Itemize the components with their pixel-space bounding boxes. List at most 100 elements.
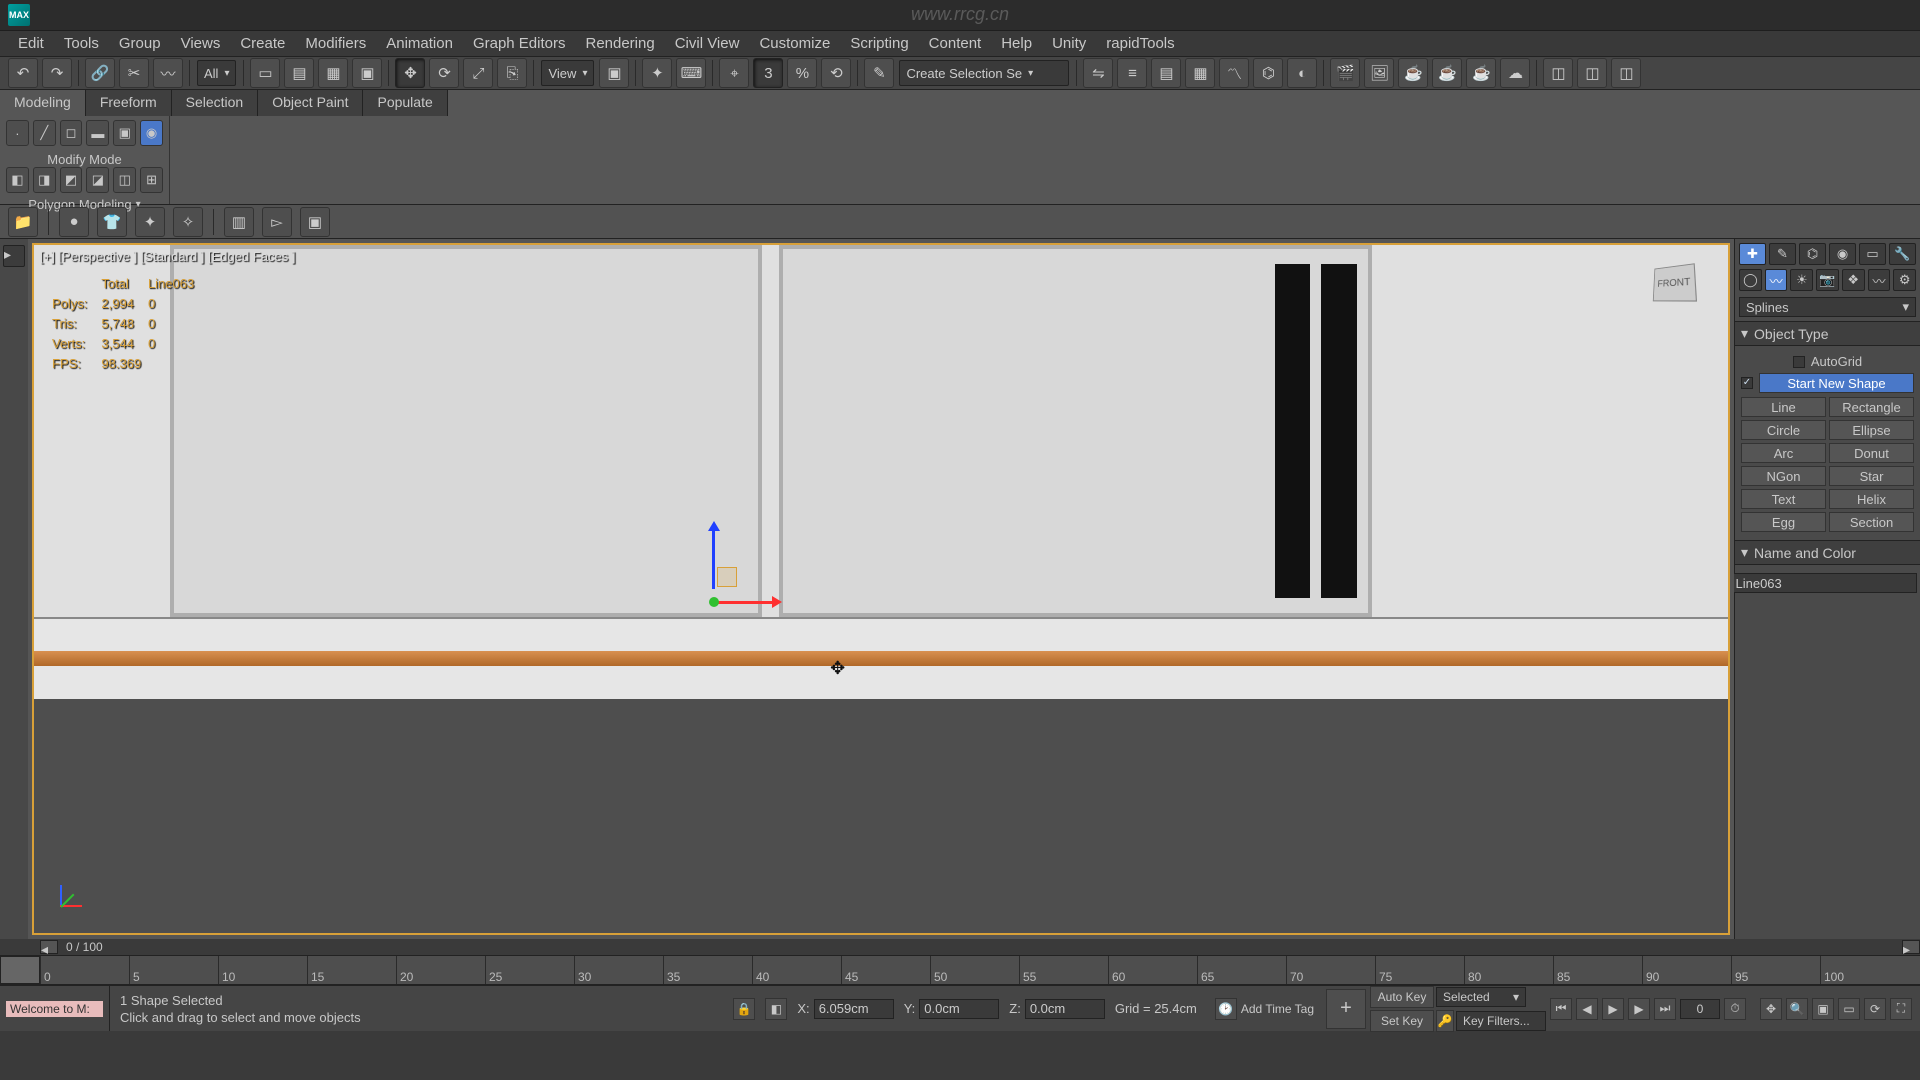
- y-input[interactable]: [919, 999, 999, 1019]
- prev-frame-button[interactable]: ◀: [1576, 998, 1598, 1020]
- select-name-button[interactable]: ▤: [284, 58, 314, 88]
- menu-scripting[interactable]: Scripting: [840, 32, 918, 55]
- select-region-button[interactable]: ▦: [318, 58, 348, 88]
- nav-pan-button[interactable]: ✥: [1760, 998, 1782, 1020]
- cmdtab-create[interactable]: ✚: [1739, 243, 1766, 265]
- subobj-border-button[interactable]: ◻: [60, 120, 83, 146]
- ribbon-extra-1[interactable]: ◧: [6, 167, 29, 193]
- menu-rendering[interactable]: Rendering: [575, 32, 664, 55]
- create-circle-button[interactable]: Circle: [1741, 420, 1826, 440]
- curve-editor-button[interactable]: 〽: [1219, 58, 1249, 88]
- selection-set-select[interactable]: Create Selection Se▾: [899, 60, 1069, 86]
- cmdcat-lights[interactable]: ☀: [1790, 269, 1813, 291]
- viewcube[interactable]: FRONT: [1638, 265, 1708, 320]
- play-button[interactable]: ▶: [1602, 998, 1624, 1020]
- render-activeshade-button[interactable]: ☕: [1466, 58, 1496, 88]
- tb2-btn-3[interactable]: ✦: [135, 207, 165, 237]
- current-frame-input[interactable]: [1680, 999, 1720, 1019]
- create-section-button[interactable]: Section: [1829, 512, 1914, 532]
- lock-selection-button[interactable]: 🔒: [733, 998, 755, 1020]
- unlink-button[interactable]: ✂: [119, 58, 149, 88]
- ribbon-extra-4[interactable]: ◪: [86, 167, 109, 193]
- create-star-button[interactable]: Star: [1829, 466, 1914, 486]
- menu-edit[interactable]: Edit: [8, 32, 54, 55]
- ref-coord-select[interactable]: View▾: [541, 60, 594, 86]
- cmdcat-systems[interactable]: ⚙: [1893, 269, 1916, 291]
- manipulate-button[interactable]: ✦: [642, 58, 672, 88]
- create-rectangle-button[interactable]: Rectangle: [1829, 397, 1914, 417]
- time-config-button[interactable]: ⏱: [1724, 998, 1746, 1020]
- abs-rel-toggle[interactable]: ◧: [765, 998, 787, 1020]
- create-ellipse-button[interactable]: Ellipse: [1829, 420, 1914, 440]
- plugin-btn-2[interactable]: ◫: [1577, 58, 1607, 88]
- next-frame-button[interactable]: ▶: [1628, 998, 1650, 1020]
- menu-content[interactable]: Content: [919, 32, 992, 55]
- ribbon-tab-modeling[interactable]: Modeling: [0, 90, 86, 116]
- snap-percent-button[interactable]: %: [787, 58, 817, 88]
- create-text-button[interactable]: Text: [1741, 489, 1826, 509]
- time-ruler[interactable]: 0510152025303540455055606570758085909510…: [0, 955, 1920, 985]
- tb2-btn-4[interactable]: ✧: [173, 207, 203, 237]
- cmdcat-shapes[interactable]: 〰: [1765, 269, 1788, 291]
- timeline-scroll-left[interactable]: ◂: [40, 940, 58, 954]
- autokey-button[interactable]: Auto Key: [1370, 986, 1434, 1008]
- ribbon-tab-selection[interactable]: Selection: [172, 90, 259, 116]
- ribbon-extra-3[interactable]: ◩: [60, 167, 83, 193]
- left-rail-toggle[interactable]: ▸: [3, 245, 25, 267]
- rollout-name-color-header[interactable]: ▾Name and Color: [1735, 540, 1920, 565]
- render-prod-button[interactable]: ☕: [1398, 58, 1428, 88]
- create-arc-button[interactable]: Arc: [1741, 443, 1826, 463]
- select-object-button[interactable]: ▭: [250, 58, 280, 88]
- select-rotate-button[interactable]: ⟳: [429, 58, 459, 88]
- cmdtab-motion[interactable]: ◉: [1829, 243, 1856, 265]
- render-cloud-button[interactable]: ☁: [1500, 58, 1530, 88]
- select-scale-button[interactable]: ⤢: [463, 58, 493, 88]
- add-time-tag-button-icon[interactable]: 🕑: [1215, 998, 1237, 1020]
- ribbon-extra-5[interactable]: ◫: [113, 167, 136, 193]
- pivot-center-button[interactable]: ▣: [599, 58, 629, 88]
- keyboard-shortcut-button[interactable]: ⌨: [676, 58, 706, 88]
- cmdcat-geometry[interactable]: ◯: [1739, 269, 1762, 291]
- layer-explorer-button[interactable]: ▤: [1151, 58, 1181, 88]
- key-icon-button[interactable]: 🔑: [1436, 1010, 1454, 1032]
- goto-end-button[interactable]: ⏭: [1654, 998, 1676, 1020]
- timeline-scroll-right[interactable]: ▸: [1902, 940, 1920, 954]
- window-crossing-button[interactable]: ▣: [352, 58, 382, 88]
- redo-button[interactable]: ↷: [42, 58, 72, 88]
- render-setup-button[interactable]: 🎬: [1330, 58, 1360, 88]
- add-time-tag-label[interactable]: Add Time Tag: [1241, 1002, 1314, 1016]
- create-line-button[interactable]: Line: [1741, 397, 1826, 417]
- tb2-btn-2[interactable]: 👕: [97, 207, 127, 237]
- cmdcat-cameras[interactable]: 📷: [1816, 269, 1839, 291]
- create-egg-button[interactable]: Egg: [1741, 512, 1826, 532]
- menu-group[interactable]: Group: [109, 32, 171, 55]
- ribbon-extra-6[interactable]: ⊞: [140, 167, 163, 193]
- rendered-frame-button[interactable]: 🖼: [1364, 58, 1394, 88]
- plugin-btn-1[interactable]: ◫: [1543, 58, 1573, 88]
- link-button[interactable]: 🔗: [85, 58, 115, 88]
- autogrid-checkbox[interactable]: [1793, 356, 1805, 368]
- viewcube-face[interactable]: FRONT: [1653, 263, 1697, 301]
- edit-selection-set-button[interactable]: ✎: [864, 58, 894, 88]
- plugin-btn-3[interactable]: ◫: [1611, 58, 1641, 88]
- goto-start-button[interactable]: ⏮: [1550, 998, 1572, 1020]
- cmdtab-modify[interactable]: ✎: [1769, 243, 1796, 265]
- nav-zoom-button[interactable]: 🔍: [1786, 998, 1808, 1020]
- snap-2d-button[interactable]: ⌖: [719, 58, 749, 88]
- ribbon-tab-populate[interactable]: Populate: [363, 90, 447, 116]
- snap-angle-button[interactable]: 3: [753, 58, 783, 88]
- scene-explorer-toggle[interactable]: 📁: [8, 207, 38, 237]
- time-slider[interactable]: [0, 956, 40, 984]
- menu-views[interactable]: Views: [171, 32, 231, 55]
- rollout-object-type-header[interactable]: ▾Object Type: [1735, 321, 1920, 346]
- menu-help[interactable]: Help: [991, 32, 1042, 55]
- select-move-button[interactable]: ✥: [395, 58, 425, 88]
- ribbon-tab-objectpaint[interactable]: Object Paint: [258, 90, 363, 116]
- menu-rapidtools[interactable]: rapidTools: [1096, 32, 1184, 55]
- align-button[interactable]: ≡: [1117, 58, 1147, 88]
- start-new-shape-button[interactable]: Start New Shape: [1759, 373, 1914, 393]
- perspective-viewport[interactable]: [+] [Perspective ] [Standard ] [Edged Fa…: [32, 243, 1730, 935]
- ribbon-tab-freeform[interactable]: Freeform: [86, 90, 172, 116]
- cmdtab-utilities[interactable]: 🔧: [1889, 243, 1916, 265]
- undo-button[interactable]: ↶: [8, 58, 38, 88]
